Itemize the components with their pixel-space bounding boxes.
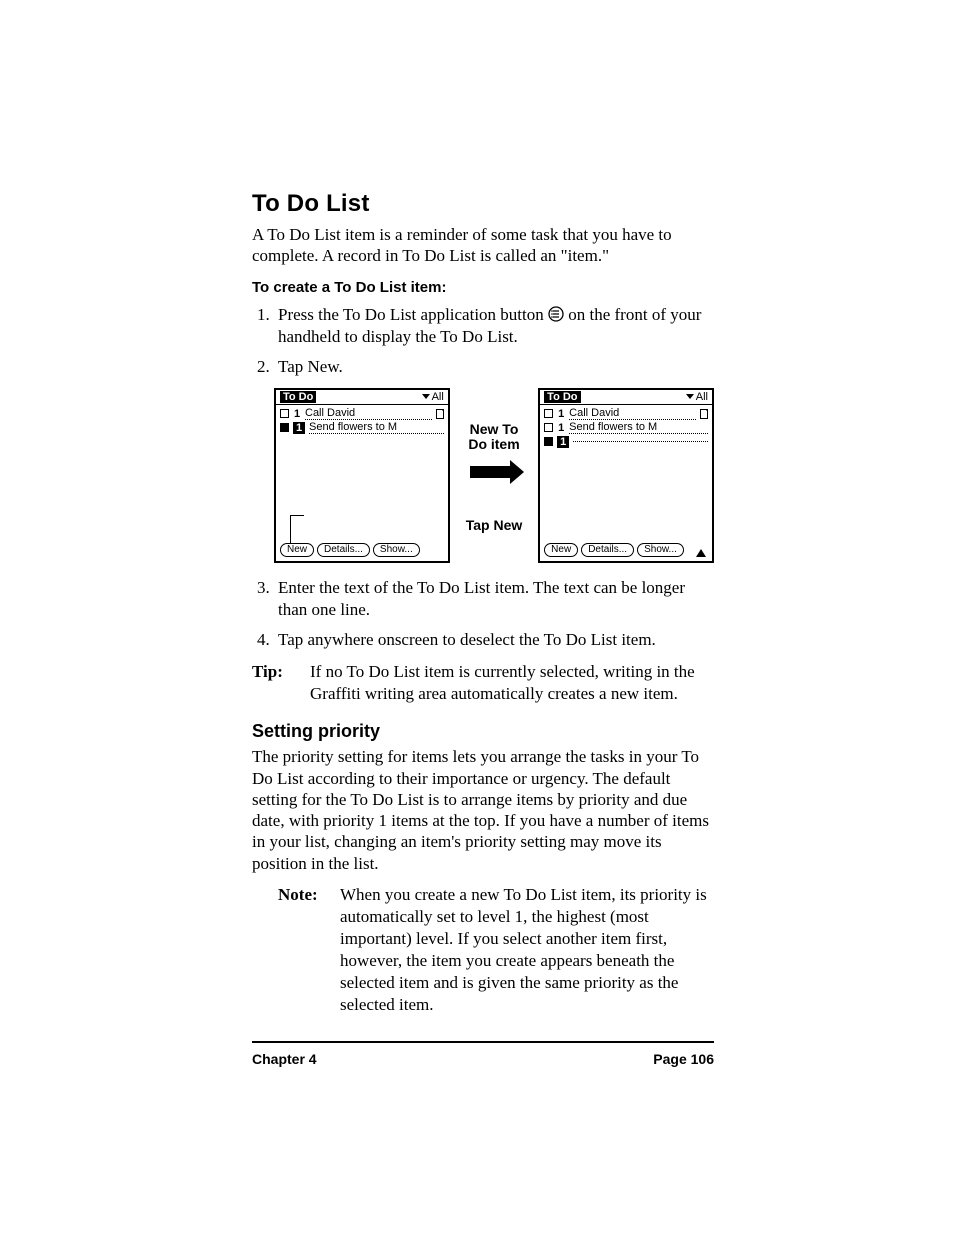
screen-header: To Do All (540, 390, 712, 405)
item-text: Call David (569, 407, 696, 420)
dropdown-icon (422, 394, 430, 399)
list-item: 1 Call David (544, 407, 708, 421)
item-text: Call David (305, 407, 432, 420)
page-footer: Chapter 4 Page 106 (252, 1041, 714, 1067)
checkbox-icon (280, 409, 289, 418)
dropdown-icon (686, 394, 694, 399)
callout-new-item: New To Do item (460, 422, 528, 453)
step-3: Enter the text of the To Do List item. T… (274, 577, 714, 621)
priority-value: 1 (557, 408, 565, 420)
figure-callouts: New To Do item Tap New (460, 388, 528, 563)
heading-todo-list: To Do List (252, 190, 714, 218)
button-bar: New Details... Show... (544, 543, 684, 557)
priority-value: 1 (293, 408, 301, 420)
priority-value-selected: 1 (557, 436, 569, 448)
new-button: New (280, 543, 314, 557)
tip-label: Tip: (252, 661, 296, 705)
new-button: New (544, 543, 578, 557)
item-text: Send flowers to M (309, 421, 444, 434)
checkbox-icon (544, 409, 553, 418)
note-icon (436, 409, 444, 419)
priority-value: 1 (557, 422, 565, 434)
scroll-up-icon (696, 549, 706, 557)
step-list-cont: Enter the text of the To Do List item. T… (252, 577, 714, 651)
todo-screen-after: To Do All 1 Call David 1 Send flowers to… (538, 388, 714, 563)
document-page: To Do List A To Do List item is a remind… (0, 0, 954, 1235)
checkbox-icon (544, 423, 553, 432)
item-text-blank (573, 441, 708, 442)
callout-tap-new: Tap New (460, 518, 528, 533)
step-1: Press the To Do List application button … (274, 304, 714, 348)
screen-header: To Do All (276, 390, 448, 405)
filter-label: All (696, 391, 708, 403)
app-title: To Do (544, 391, 580, 403)
note-block: Note: When you create a new To Do List i… (278, 884, 714, 1017)
step-1-text-a: Press the To Do List application button (278, 305, 548, 324)
procedure-heading: To create a To Do List item: (252, 279, 714, 296)
footer-chapter: Chapter 4 (252, 1051, 317, 1067)
step-list: Press the To Do List application button … (252, 304, 714, 378)
todo-app-button-icon (548, 306, 564, 322)
note-label: Note: (278, 884, 326, 1017)
item-text: Send flowers to M (569, 421, 708, 434)
filter-dropdown: All (422, 391, 444, 403)
tip-block: Tip: If no To Do List item is currently … (252, 661, 714, 705)
details-button: Details... (317, 543, 370, 557)
list-item: 1 Call David (280, 407, 444, 421)
arrow-right-icon (470, 466, 514, 478)
note-icon (700, 409, 708, 419)
checkbox-icon (280, 423, 289, 432)
list-item: 1 Send flowers to M (280, 421, 444, 435)
note-text: When you create a new To Do List item, i… (340, 884, 714, 1017)
show-button: Show... (373, 543, 420, 557)
list-item-new: 1 (544, 435, 708, 449)
button-bar: New Details... Show... (280, 543, 420, 557)
step-4: Tap anywhere onscreen to deselect the To… (274, 629, 714, 651)
intro-paragraph: A To Do List item is a reminder of some … (252, 224, 714, 267)
filter-label: All (432, 391, 444, 403)
checkbox-icon (544, 437, 553, 446)
tip-text: If no To Do List item is currently selec… (310, 661, 714, 705)
filter-dropdown: All (686, 391, 708, 403)
priority-value-selected: 1 (293, 422, 305, 434)
step-2: Tap New. (274, 356, 714, 378)
screen-body: 1 Call David 1 Send flowers to M (276, 405, 448, 437)
footer-page-number: Page 106 (653, 1051, 714, 1067)
todo-screen-before: To Do All 1 Call David 1 Send flowers to… (274, 388, 450, 563)
priority-paragraph: The priority setting for items lets you … (252, 746, 714, 874)
app-title: To Do (280, 391, 316, 403)
show-button: Show... (637, 543, 684, 557)
screen-body: 1 Call David 1 Send flowers to M 1 (540, 405, 712, 451)
details-button: Details... (581, 543, 634, 557)
figure-row: To Do All 1 Call David 1 Send flowers to… (274, 388, 714, 563)
heading-setting-priority: Setting priority (252, 721, 714, 742)
list-item: 1 Send flowers to M (544, 421, 708, 435)
